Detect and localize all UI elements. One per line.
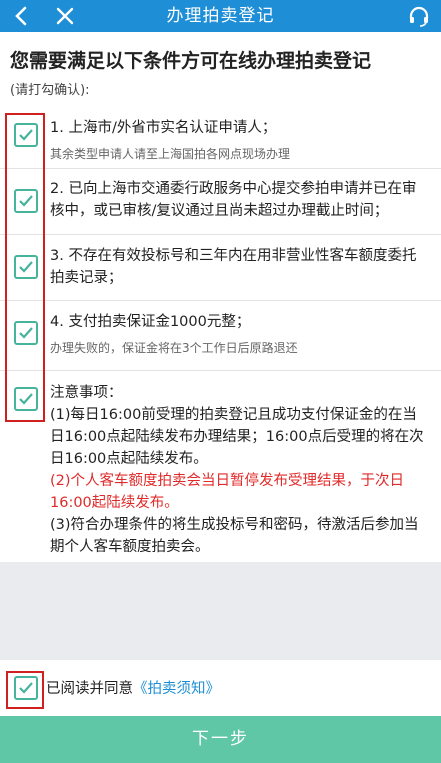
- condition-item-3: 3. 不存在有效投标号和三年内在用非营业性客车额度委托拍卖记录；: [0, 234, 441, 301]
- condition-item-1: 1. 上海市/外省市实名认证申请人； 其余类型申请人请至上海国拍各网点现场办理: [0, 104, 441, 169]
- notes-title: 注意事项：: [50, 385, 123, 401]
- condition-text-2: 2. 已向上海市交通委行政服务中心提交参拍申请并已在审核中，或已审核/复议通过且…: [50, 181, 417, 219]
- note-1: (1)每日16:00前受理的拍卖登记且成功支付保证金的在当日16:00点起陆续发…: [50, 407, 424, 467]
- auction-notice-link[interactable]: 《拍卖须知》: [133, 681, 220, 697]
- agreement-text: 已阅读并同意《拍卖须知》: [46, 678, 220, 700]
- next-step-button[interactable]: 下一步: [0, 716, 441, 763]
- notes-text: 注意事项： (1)每日16:00前受理的拍卖登记且成功支付保证金的在当日16:0…: [50, 382, 429, 558]
- customer-service-button[interactable]: [403, 0, 435, 32]
- condition-item-notes: 注意事项： (1)每日16:00前受理的拍卖登记且成功支付保证金的在当日16:0…: [0, 370, 441, 562]
- condition-note-1: 其余类型申请人请至上海国拍各网点现场办理: [50, 147, 291, 161]
- condition-item-4: 4. 支付拍卖保证金1000元整； 办理失败的，保证金将在3个工作日后原路退还: [0, 300, 441, 371]
- agreement-highlight-box: [6, 671, 44, 709]
- note-2-warning: (2)个人客车额度拍卖会当日暂停发布受理结果，于次日16:00起陆续发布。: [50, 473, 405, 511]
- condition-text-3: 3. 不存在有效投标号和三年内在用非营业性客车额度委托拍卖记录；: [50, 248, 417, 286]
- intro-section: 您需要满足以下条件方可在线办理拍卖登记 (请打勾确认):: [0, 32, 441, 104]
- headset-icon: [409, 6, 429, 27]
- condition-note-4: 办理失败的，保证金将在3个工作日后原路退还: [50, 341, 298, 355]
- condition-item-2: 2. 已向上海市交通委行政服务中心提交参拍申请并已在审核中，或已审核/复议通过且…: [0, 168, 441, 235]
- confirm-hint: (请打勾确认):: [10, 83, 90, 98]
- note-3: (3)符合办理条件的将生成投标号和密码，待激活后参加当期个人客车额度拍卖会。: [50, 517, 419, 555]
- checkbox-highlight-box: [5, 113, 45, 422]
- condition-text-4: 4. 支付拍卖保证金1000元整； 办理失败的，保证金将在3个工作日后原路退还: [50, 311, 429, 357]
- conditions-heading: 您需要满足以下条件方可在线办理拍卖登记: [10, 50, 372, 72]
- page-title: 办理拍卖登记: [166, 6, 275, 26]
- conditions-list: 1. 上海市/外省市实名认证申请人； 其余类型申请人请至上海国拍各网点现场办理 …: [0, 104, 441, 562]
- top-bar: 办理拍卖登记: [0, 0, 441, 32]
- condition-text-1: 1. 上海市/外省市实名认证申请人； 其余类型申请人请至上海国拍各网点现场办理: [50, 117, 429, 163]
- blank-area: [0, 562, 441, 660]
- agreement-prefix: 已阅读并同意: [46, 681, 133, 697]
